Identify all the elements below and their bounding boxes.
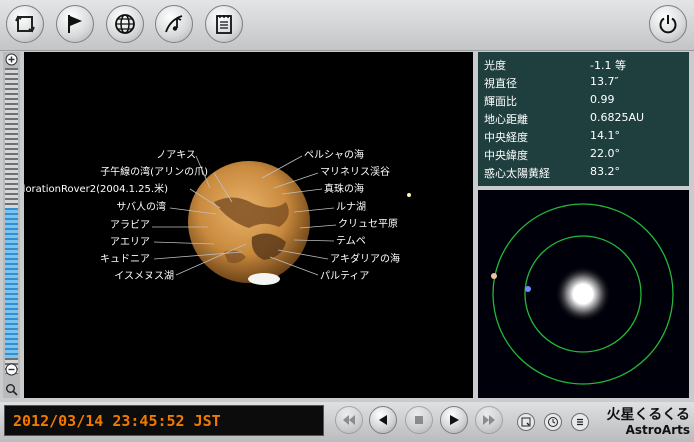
info-key: 地心距離 <box>484 113 528 126</box>
fast-forward-icon <box>483 415 495 425</box>
zoom-slider[interactable] <box>3 52 20 398</box>
power-button[interactable] <box>649 5 687 43</box>
info-value: 22.0° <box>590 147 620 160</box>
settings-list-button[interactable] <box>571 413 589 431</box>
info-panel: 光度 -1.1 等 視直径 13.7″ 輝面比 0.99 地心距離 0.6825… <box>478 52 689 186</box>
label-parthia: パルティア <box>320 270 369 282</box>
current-time-button[interactable] <box>544 413 562 431</box>
datetime-text: 2012/03/14 23:45:52 JST <box>13 411 221 430</box>
sky-view[interactable]: ノアキス 子午線の湾(アリンの爪) ExplorationRover2(2004… <box>24 52 473 398</box>
brand-title: 火星くるくる <box>606 407 690 423</box>
notepad-button[interactable] <box>205 5 243 43</box>
flag-icon <box>68 15 82 33</box>
info-key: 光度 <box>484 59 506 72</box>
zoom-out-icon <box>5 363 18 376</box>
globe-button[interactable] <box>106 5 144 43</box>
label-chryse-planitia: クリュセ平原 <box>338 218 398 230</box>
label-cydonia: キュドニア <box>100 254 150 265</box>
label-ismenius-lacus: イスメヌス湖 <box>114 270 174 282</box>
info-row-magnitude: 光度 -1.1 等 <box>484 55 684 72</box>
list-icon <box>577 418 583 426</box>
zoom-out-button[interactable] <box>3 362 20 377</box>
label-valles-marineris: マリネリス渓谷 <box>320 166 390 178</box>
fast-forward-button[interactable] <box>475 406 503 434</box>
label-aeria: アエリア <box>110 237 150 248</box>
play-icon <box>450 415 459 425</box>
notepad-icon <box>216 15 232 34</box>
info-row-central-latitude: 中央緯度 22.0° <box>484 145 684 162</box>
power-icon <box>659 15 677 34</box>
labels-right: ペルシャの海 マリネリス渓谷 真珠の海 ルナ湖 クリュセ平原 テムペ アキダリア… <box>304 148 400 282</box>
info-row-solar-longitude: 惑心太陽黄経 83.2° <box>484 163 684 180</box>
star-dot <box>407 193 411 197</box>
info-key: 輝面比 <box>484 95 517 108</box>
brand-logo: 火星くるくる AstroArts <box>595 404 690 437</box>
step-back-button[interactable] <box>369 406 397 434</box>
magnifier-button[interactable] <box>3 382 20 397</box>
info-value: 0.99 <box>590 93 615 106</box>
info-row-apparent-diameter: 視直径 13.7″ <box>484 73 684 90</box>
datetime-display[interactable]: 2012/03/14 23:45:52 JST <box>4 405 324 436</box>
label-meridiani-sinus: 子午線の湾(アリンの爪) <box>100 165 208 178</box>
date-input-button[interactable] <box>517 413 535 431</box>
music-button[interactable] <box>155 5 193 43</box>
labels-left: ノアキス 子午線の湾(アリンの爪) ExplorationRover2(2004… <box>24 150 208 282</box>
info-key: 中央緯度 <box>484 149 528 162</box>
fast-rewind-button[interactable] <box>335 406 363 434</box>
mars-marker <box>491 273 497 279</box>
refresh-view-button[interactable] <box>6 5 44 43</box>
step-back-icon <box>379 415 387 425</box>
info-value: 83.2° <box>590 165 620 178</box>
music-note-icon <box>165 15 183 33</box>
fast-rewind-icon <box>343 415 355 425</box>
info-value: 0.6825AU <box>590 111 645 124</box>
globe-icon <box>115 14 135 34</box>
calendar-icon <box>521 417 531 427</box>
label-mare-acidalium: アキダリアの海 <box>330 252 400 265</box>
sun-icon <box>555 266 611 322</box>
info-row-illuminated-fraction: 輝面比 0.99 <box>484 91 684 108</box>
stop-icon <box>415 416 423 424</box>
label-noachis: ノアキス <box>156 150 196 161</box>
brand-subtitle: AstroArts <box>625 423 690 437</box>
info-value: 14.1° <box>590 129 620 142</box>
zoom-level-fill <box>5 208 18 358</box>
label-tempe: テムペ <box>336 235 366 247</box>
earth-marker <box>525 286 531 292</box>
top-toolbar <box>0 0 694 51</box>
label-margaritifer-sinus: 真珠の海 <box>324 182 364 195</box>
info-key: 中央経度 <box>484 131 528 144</box>
label-exploration-rover: ExplorationRover2(2004.1.25.米) <box>24 182 168 195</box>
label-lunae-lacus: ルナ湖 <box>336 201 366 213</box>
label-arabia: アラビア <box>110 219 150 231</box>
info-row-geocentric-distance: 地心距離 0.6825AU <box>484 109 684 126</box>
orbit-view[interactable] <box>478 190 689 398</box>
label-mare-erythraeum: ペルシャの海 <box>304 148 364 161</box>
info-row-central-longitude: 中央経度 14.1° <box>484 127 684 144</box>
stop-button[interactable] <box>405 406 433 434</box>
info-value: 13.7″ <box>590 75 619 88</box>
magnifier-icon <box>6 384 18 396</box>
info-key: 惑心太陽黄経 <box>484 167 550 180</box>
flag-button[interactable] <box>56 5 94 43</box>
clock-icon <box>548 417 558 427</box>
refresh-view-icon <box>15 15 35 33</box>
label-sinus-sabaeus: サバ人の湾 <box>116 200 166 213</box>
zoom-in-button[interactable] <box>3 52 20 67</box>
play-button[interactable] <box>440 406 468 434</box>
info-value: -1.1 等 <box>590 59 626 72</box>
zoom-in-icon <box>5 53 18 66</box>
info-key: 視直径 <box>484 77 517 90</box>
bottom-bar: 2012/03/14 23:45:52 JST 火星くるくる AstroArts <box>0 402 694 442</box>
